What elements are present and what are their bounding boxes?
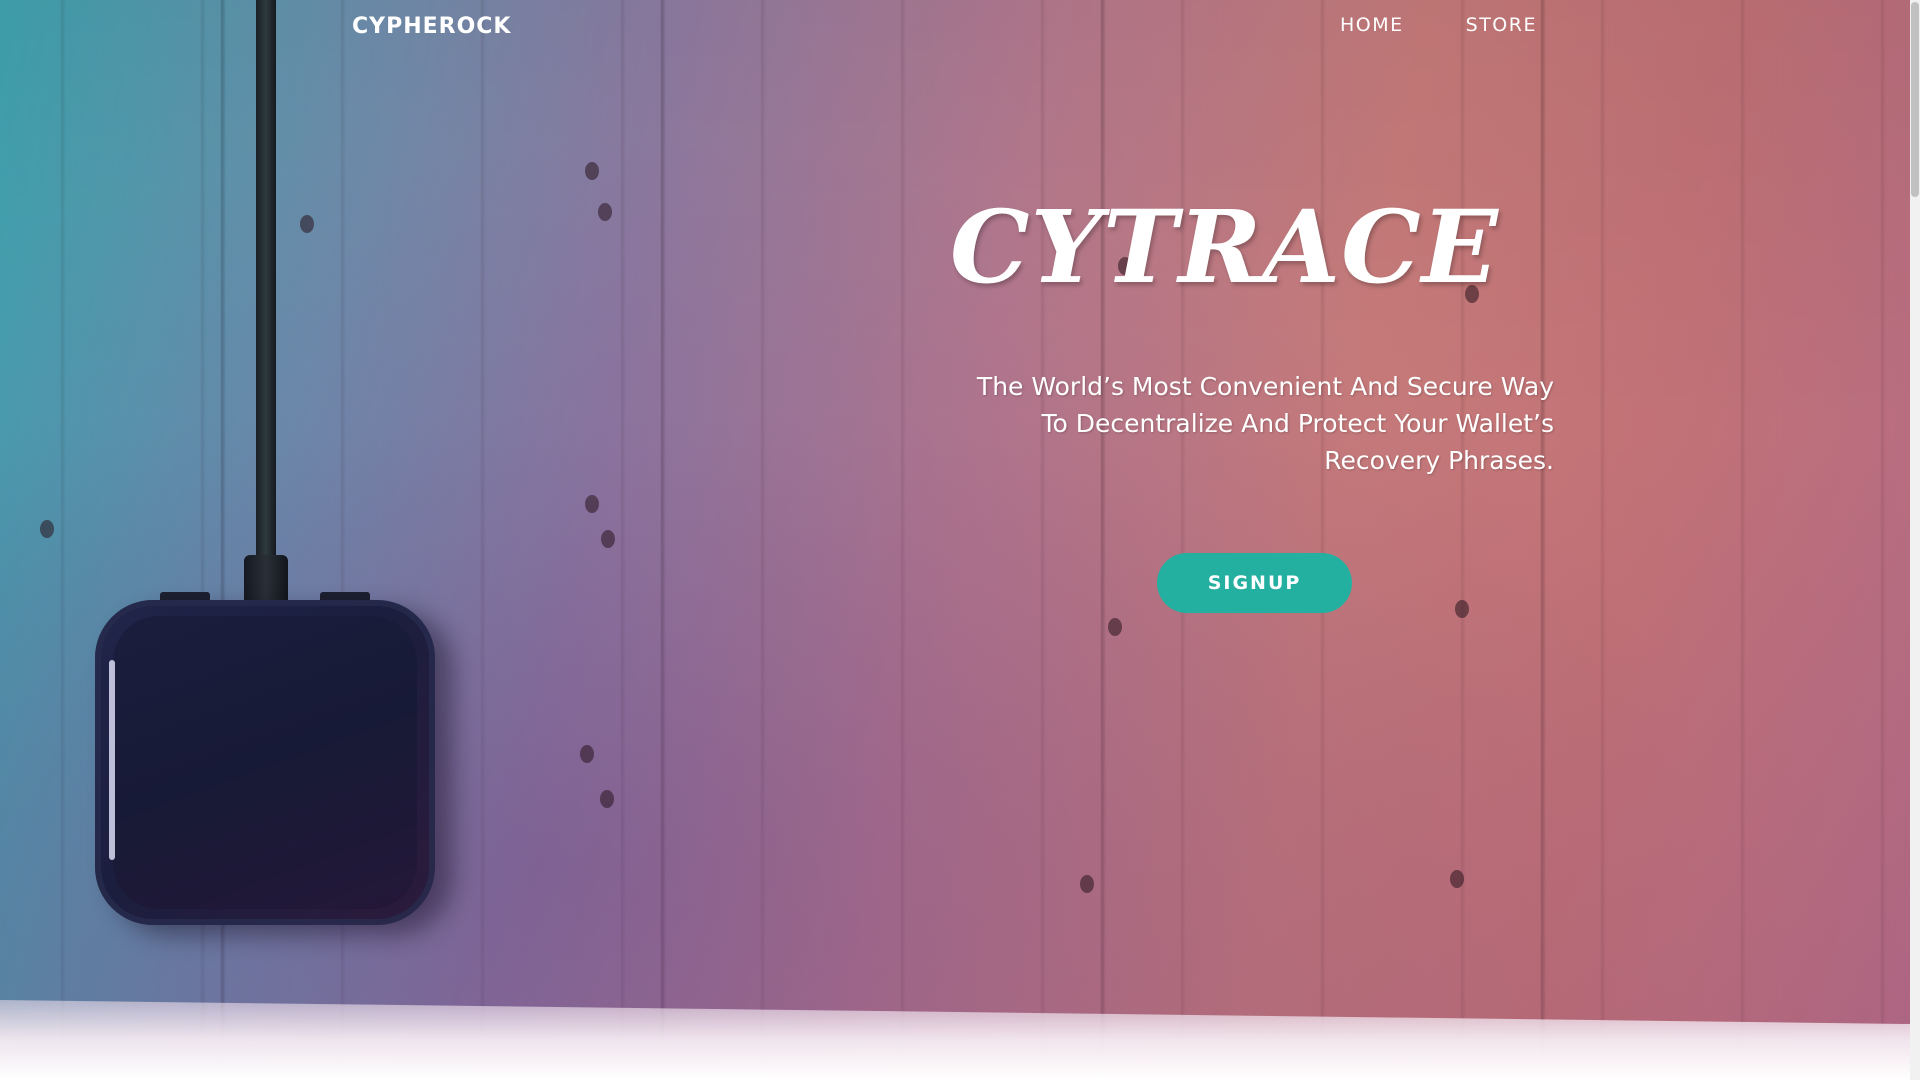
- device-shine: [109, 660, 115, 860]
- wood-knot: [1455, 600, 1469, 618]
- device-face: [113, 616, 417, 909]
- signup-button[interactable]: SIGNUP: [1157, 553, 1352, 613]
- wood-knot: [601, 530, 615, 548]
- wood-knot: [1450, 870, 1464, 888]
- tagline-line: The World’s Most Convenient And Secure W…: [976, 372, 1554, 401]
- hero-title: CYTRACE: [950, 188, 1499, 306]
- wood-knot: [40, 520, 54, 538]
- device-cable-plug: [244, 555, 288, 605]
- nav-home-link[interactable]: HOME: [1340, 14, 1404, 36]
- wood-knot: [1108, 618, 1122, 636]
- tagline-line: Recovery Phrases.: [1324, 446, 1554, 475]
- nav-store-link[interactable]: STORE: [1466, 14, 1537, 36]
- scrollbar[interactable]: [1910, 0, 1920, 1080]
- wood-knot: [300, 215, 314, 233]
- logo[interactable]: CYPHEROCK: [352, 14, 511, 39]
- hero-tagline: The World’s Most Convenient And Secure W…: [934, 368, 1554, 479]
- device-cable: [256, 0, 276, 580]
- hero-background: [0, 0, 1910, 1080]
- wood-knot: [580, 745, 594, 763]
- tagline-line: To Decentralize And Protect Your Wallet’…: [1041, 409, 1554, 438]
- wood-knot: [585, 495, 599, 513]
- page: CYPHEROCK HOME STORE CYTRACE The World’s…: [0, 0, 1920, 1080]
- wood-knot: [585, 162, 599, 180]
- scrollbar-thumb[interactable]: [1911, 2, 1919, 197]
- top-nav: HOME STORE: [1340, 14, 1537, 36]
- wood-knot: [1080, 875, 1094, 893]
- hardware-device-image: [95, 600, 435, 925]
- wood-knot: [600, 790, 614, 808]
- wood-knot: [598, 203, 612, 221]
